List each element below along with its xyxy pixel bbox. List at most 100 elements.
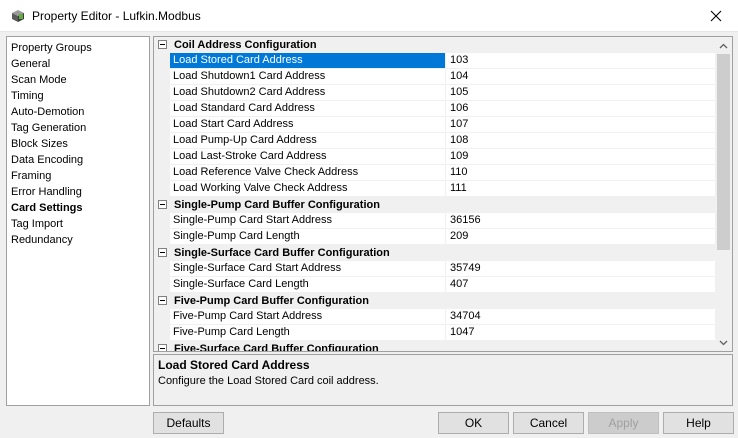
property-value[interactable]: 109 [446,149,717,164]
property-grid[interactable]: Coil Address Configuration Load Stored Ca… [153,36,733,352]
property-value[interactable]: 108 [446,133,717,148]
row-gutter [154,165,170,180]
category-label: Five-Pump Card Buffer Configuration [174,294,369,307]
category-row[interactable]: Coil Address Configuration [154,37,717,53]
property-row[interactable]: Load Standard Card Address 106 [154,101,717,117]
close-button[interactable] [694,0,738,31]
row-gutter [154,261,170,276]
nav-item[interactable]: Scan Mode [7,72,149,88]
property-name[interactable]: Load Last-Stroke Card Address [170,149,446,164]
nav-item[interactable]: Block Sizes [7,136,149,152]
category-row[interactable]: Single-Pump Card Buffer Configuration [154,197,717,213]
property-value[interactable]: 34704 [446,309,717,324]
property-value[interactable]: 106 [446,101,717,116]
nav-item[interactable]: Error Handling [7,184,149,200]
property-name[interactable]: Load Shutdown1 Card Address [170,69,446,84]
property-value[interactable]: 35749 [446,261,717,276]
property-value[interactable]: 103 [446,53,717,68]
row-gutter [154,149,170,164]
category-row[interactable]: Five-Surface Card Buffer Configuration [154,341,717,352]
nav-item[interactable]: Card Settings [7,200,149,216]
cancel-button[interactable]: Cancel [513,412,584,434]
apply-button[interactable]: Apply [588,412,659,434]
property-row[interactable]: Five-Pump Card Start Address 34704 [154,309,717,325]
property-value[interactable]: 1047 [446,325,717,340]
ok-button[interactable]: OK [438,412,509,434]
property-name[interactable]: Single-Surface Card Start Address [170,261,446,276]
category-label: Single-Pump Card Buffer Configuration [174,198,380,211]
defaults-button[interactable]: Defaults [153,412,224,434]
row-gutter [154,277,170,292]
property-value[interactable]: 104 [446,69,717,84]
property-value[interactable]: 209 [446,229,717,244]
row-gutter [154,133,170,148]
nav-item[interactable]: Framing [7,168,149,184]
collapse-icon[interactable] [158,344,167,351]
row-gutter [154,213,170,228]
property-row[interactable]: Single-Surface Card Length 407 [154,277,717,293]
property-name[interactable]: Load Pump-Up Card Address [170,133,446,148]
property-name[interactable]: Load Start Card Address [170,117,446,132]
property-value[interactable]: 36156 [446,213,717,228]
property-row[interactable]: Load Start Card Address 107 [154,117,717,133]
row-gutter [154,229,170,244]
property-name[interactable]: Five-Pump Card Length [170,325,446,340]
property-name[interactable]: Load Reference Valve Check Address [170,165,446,180]
category-label: Single-Surface Card Buffer Configuration [174,246,390,259]
property-name[interactable]: Five-Pump Card Start Address [170,309,446,324]
vertical-scrollbar[interactable] [715,37,732,351]
property-value[interactable]: 111 [446,181,717,196]
property-name[interactable]: Single-Pump Card Length [170,229,446,244]
help-button[interactable]: Help [663,412,734,434]
nav-item[interactable]: General [7,56,149,72]
title-bar: Property Editor - Lufkin.Modbus [0,0,738,32]
row-gutter [154,309,170,324]
property-row[interactable]: Load Pump-Up Card Address 108 [154,133,717,149]
property-row[interactable]: Load Working Valve Check Address 111 [154,181,717,197]
property-row[interactable]: Load Reference Valve Check Address 110 [154,165,717,181]
property-row[interactable]: Load Shutdown2 Card Address 105 [154,85,717,101]
property-name[interactable]: Load Working Valve Check Address [170,181,446,196]
category-row[interactable]: Five-Pump Card Buffer Configuration [154,293,717,309]
nav-item[interactable]: Timing [7,88,149,104]
property-value[interactable]: 105 [446,85,717,100]
property-name[interactable]: Load Shutdown2 Card Address [170,85,446,100]
window-title: Property Editor - Lufkin.Modbus [32,9,201,23]
property-groups-list[interactable]: Property Groups General Scan Mode Timing Aut… [6,36,150,406]
property-name[interactable]: Load Standard Card Address [170,101,446,116]
property-value[interactable]: 407 [446,277,717,292]
property-row[interactable]: Load Stored Card Address 103 [154,53,717,69]
category-label: Five-Surface Card Buffer Configuration [174,342,379,352]
nav-item[interactable]: Data Encoding [7,152,149,168]
property-row[interactable]: Single-Pump Card Start Address 36156 [154,213,717,229]
row-gutter [154,101,170,116]
nav-item[interactable]: Tag Import [7,216,149,232]
row-gutter [154,181,170,196]
property-row[interactable]: Load Last-Stroke Card Address 109 [154,149,717,165]
collapse-icon[interactable] [158,40,167,49]
nav-item[interactable]: Auto-Demotion [7,104,149,120]
nav-item[interactable]: Redundancy [7,232,149,248]
scroll-down-button[interactable] [715,334,732,351]
nav-item[interactable]: Property Groups [7,40,149,56]
collapse-icon[interactable] [158,248,167,257]
property-name[interactable]: Single-Surface Card Length [170,277,446,292]
property-value[interactable]: 110 [446,165,717,180]
category-row[interactable]: Single-Surface Card Buffer Configuration [154,245,717,261]
property-row[interactable]: Single-Surface Card Start Address 35749 [154,261,717,277]
collapse-icon[interactable] [158,200,167,209]
property-row[interactable]: Five-Pump Card Length 1047 [154,325,717,341]
property-row[interactable]: Load Shutdown1 Card Address 104 [154,69,717,85]
row-gutter [154,117,170,132]
collapse-icon[interactable] [158,296,167,305]
property-row[interactable]: Single-Pump Card Length 209 [154,229,717,245]
category-label: Coil Address Configuration [174,38,317,51]
chevron-up-icon [719,43,728,48]
scroll-thumb[interactable] [717,54,730,250]
chevron-down-icon [719,340,728,345]
scroll-up-button[interactable] [715,37,732,54]
property-value[interactable]: 107 [446,117,717,132]
property-name[interactable]: Load Stored Card Address [170,53,446,68]
property-name[interactable]: Single-Pump Card Start Address [170,213,446,228]
nav-item[interactable]: Tag Generation [7,120,149,136]
